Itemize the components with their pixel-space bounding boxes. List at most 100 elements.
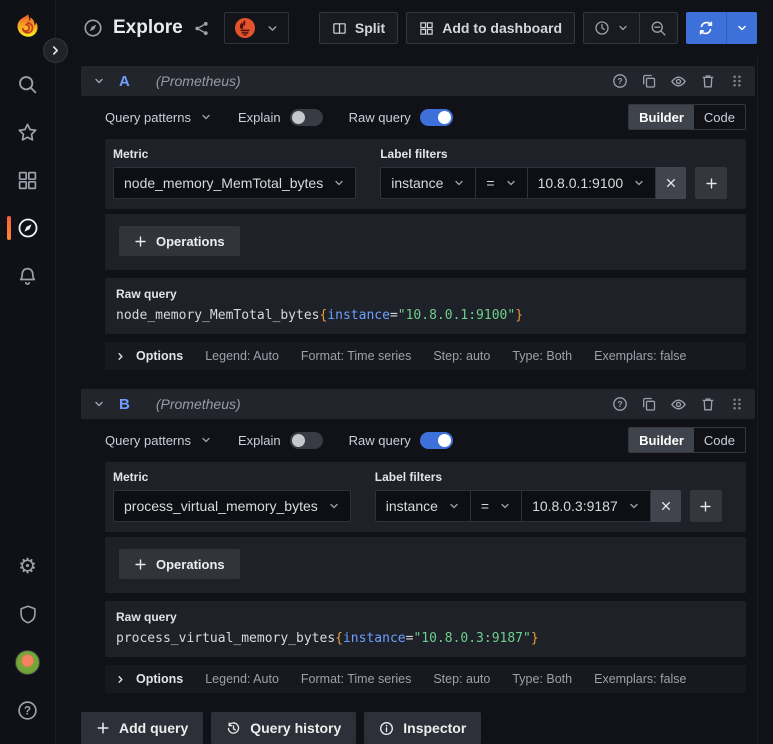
filter-value-select[interactable]: 10.8.0.1:9100 — [526, 167, 657, 199]
label-filters-label: Label filters — [380, 147, 448, 161]
options-legend: Legend: Auto — [205, 672, 279, 686]
inspector-button[interactable]: Inspector — [364, 712, 482, 744]
duplicate-query-icon[interactable] — [641, 396, 657, 412]
code-mode-option[interactable]: Code — [694, 105, 745, 129]
chevron-down-icon — [448, 500, 460, 512]
clock-icon — [594, 20, 610, 36]
builder-mode-option[interactable]: Builder — [629, 428, 694, 452]
chevron-down-icon — [200, 434, 212, 446]
remove-query-trash-icon[interactable] — [700, 396, 716, 412]
filter-operator-select[interactable]: = — [475, 167, 528, 199]
metric-select[interactable]: node_memory_MemTotal_bytes — [113, 167, 357, 199]
add-operations-button[interactable]: Operations — [119, 549, 240, 579]
remove-query-trash-icon[interactable] — [700, 73, 716, 89]
svg-text:?: ? — [24, 703, 31, 717]
hide-query-eye-icon[interactable] — [670, 73, 687, 90]
code-mode-option[interactable]: Code — [694, 428, 745, 452]
query-help-icon[interactable]: ? — [612, 73, 628, 89]
filter-operator-select[interactable]: = — [469, 490, 523, 522]
code-lbrace: { — [335, 631, 343, 646]
chevron-right-icon — [115, 351, 126, 362]
sidebar-item-search[interactable] — [0, 60, 56, 108]
code-equals: = — [389, 308, 398, 323]
run-query-interval-dropdown[interactable] — [726, 12, 757, 44]
add-filter-button[interactable] — [695, 167, 728, 199]
options-exemplars: Exemplars: false — [594, 349, 687, 363]
explain-toggle[interactable] — [289, 108, 323, 126]
metric-field: Metric node_memory_MemTotal_bytes — [113, 147, 357, 199]
query-history-label: Query history — [250, 720, 342, 736]
zoom-out-button[interactable] — [639, 13, 677, 43]
sidebar-item-explore[interactable] — [0, 204, 56, 252]
sidebar-item-dashboards[interactable] — [0, 156, 56, 204]
query-row-header[interactable]: A (Prometheus) ? — [81, 66, 755, 96]
code-string-value: "10.8.0.3:9187" — [413, 631, 531, 646]
hide-query-eye-icon[interactable] — [670, 396, 687, 413]
explain-label: Explain — [238, 109, 281, 125]
raw-query-label: Raw query — [348, 109, 411, 125]
filter-key-select[interactable]: instance — [380, 167, 477, 199]
add-to-dashboard-button[interactable]: Add to dashboard — [406, 12, 575, 44]
drag-handle-icon[interactable] — [729, 396, 745, 412]
split-button[interactable]: Split — [318, 12, 399, 44]
chevron-down-icon — [453, 177, 465, 189]
chevron-down-icon — [266, 22, 279, 35]
filter-key-select[interactable]: instance — [374, 490, 471, 522]
query-help-icon[interactable]: ? — [612, 396, 628, 412]
remove-filter-button[interactable] — [656, 167, 687, 199]
datasource-picker[interactable] — [223, 12, 289, 44]
editor-mode-switch: Builder Code — [628, 427, 746, 453]
sidebar-item-server-admin[interactable] — [0, 590, 56, 638]
query-patterns-dropdown[interactable]: Query patterns — [105, 110, 212, 125]
builder-mode-option[interactable]: Builder — [629, 105, 694, 129]
raw-query-label: Raw query — [348, 432, 411, 448]
raw-query-toggle[interactable] — [419, 108, 453, 126]
times-icon — [665, 177, 677, 189]
share-icon[interactable] — [193, 20, 210, 37]
time-range-picker[interactable] — [584, 13, 639, 43]
metric-value: node_memory_MemTotal_bytes — [124, 175, 324, 191]
run-query-button[interactable] — [686, 12, 726, 44]
run-query-button-group — [686, 12, 757, 44]
remove-filter-button[interactable] — [650, 490, 681, 522]
add-filter-button[interactable] — [689, 490, 722, 522]
grafana-logo[interactable] — [13, 12, 43, 42]
add-operations-button[interactable]: Operations — [119, 226, 240, 256]
collapse-chevron-icon[interactable] — [93, 75, 105, 87]
star-icon — [17, 122, 38, 143]
filter-value-select[interactable]: 10.8.0.3:9187 — [521, 490, 651, 522]
sidebar-item-profile[interactable] — [0, 638, 56, 686]
sidebar-item-alerting[interactable] — [0, 252, 56, 300]
chevron-down-icon — [736, 22, 748, 34]
options-format: Format: Time series — [300, 672, 412, 686]
raw-query-toggle[interactable] — [419, 431, 453, 449]
sidebar-item-starred[interactable] — [0, 108, 56, 156]
toggle-knob — [437, 110, 451, 124]
chevron-down-icon — [328, 500, 340, 512]
query-history-button[interactable]: Query history — [211, 712, 357, 744]
query-editor-row-a: A (Prometheus) ? Query patterns Explain … — [81, 66, 755, 370]
options-exemplars: Exemplars: false — [594, 672, 687, 686]
search-minus-icon — [650, 20, 667, 37]
drag-handle-icon[interactable] — [729, 73, 745, 89]
query-row-header[interactable]: B (Prometheus) ? — [81, 389, 755, 419]
metric-field: Metric process_virtual_memory_bytes — [113, 470, 351, 522]
sidebar-item-help[interactable]: ? — [0, 686, 56, 734]
sidebar-item-configuration[interactable]: ⚙ — [0, 542, 56, 590]
metric-select[interactable]: process_virtual_memory_bytes — [113, 490, 351, 522]
plus-icon — [134, 235, 147, 248]
collapse-chevron-icon[interactable] — [93, 398, 105, 410]
operations-label: Operations — [156, 233, 225, 249]
duplicate-query-icon[interactable] — [641, 73, 657, 89]
sidebar-expand-button[interactable] — [43, 38, 68, 63]
explain-toggle[interactable] — [289, 431, 323, 449]
options-expander[interactable]: Options — [115, 349, 183, 363]
toggle-knob — [291, 433, 305, 447]
chevron-down-icon — [333, 177, 345, 189]
query-patterns-label: Query patterns — [105, 432, 191, 448]
options-expander[interactable]: Options — [115, 672, 183, 686]
query-patterns-dropdown[interactable]: Query patterns — [105, 433, 212, 448]
plus-icon — [699, 500, 712, 513]
add-query-button[interactable]: Add query — [81, 712, 204, 744]
editor-mode-switch: Builder Code — [628, 104, 746, 130]
